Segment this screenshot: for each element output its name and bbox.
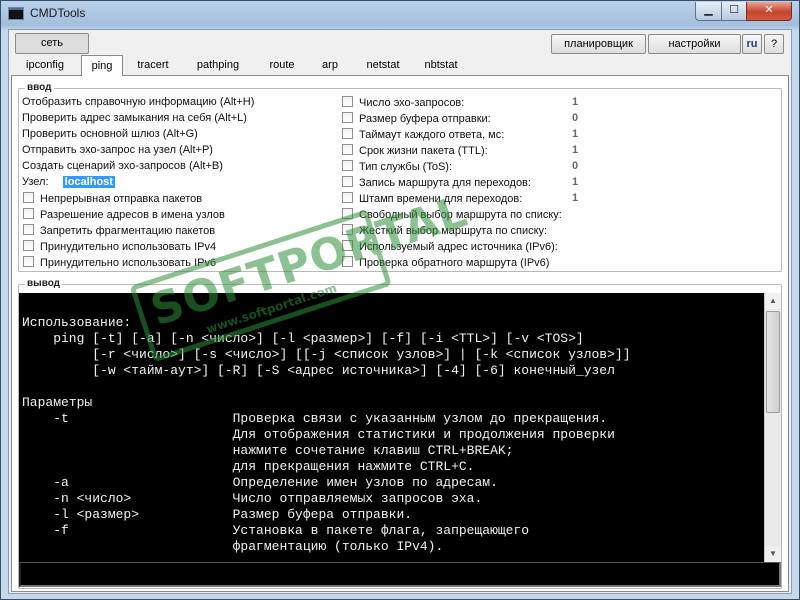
title-bar[interactable]: CMDTools ▁ ☐ ✕	[1, 1, 799, 27]
param-loose-route[interactable]: Свободный выбор маршрута по списку:	[342, 208, 562, 221]
console-line: фрагментацию (только IPv4).	[22, 539, 444, 554]
app-window: CMDTools ▁ ☐ ✕ сеть планировщик настройк…	[0, 0, 800, 600]
check-ipv6[interactable]: Принудительно использовать IPv6	[23, 256, 216, 269]
action-create-script-link[interactable]: Создать сценарий эхо-запросов (Alt+B)	[22, 160, 223, 172]
checkbox[interactable]	[23, 256, 34, 267]
tab-arp[interactable]: arp	[317, 57, 343, 75]
checkbox[interactable]	[342, 144, 353, 155]
help-button[interactable]: ?	[764, 34, 784, 54]
console-line: -n <число> Число отправляемых запросов э…	[22, 491, 483, 506]
console-line: ping [-t] [-a] [-n <число>] [-l <размер>…	[22, 331, 584, 346]
checkbox[interactable]	[342, 256, 353, 267]
param-tos[interactable]: Тип службы (ToS):	[342, 160, 452, 173]
scroll-up-icon[interactable]: ▲	[765, 293, 781, 309]
console-app-icon	[8, 7, 24, 20]
client-area: сеть планировщик настройки ru ? ipconfig…	[8, 29, 792, 594]
console-text: Использование: ping [-t] [-a] [-n <число…	[22, 299, 766, 561]
minimize-button[interactable]: ▁	[695, 2, 722, 21]
console-line: Использование:	[22, 315, 132, 330]
console-scrollbar[interactable]: ▲ ▼	[764, 293, 781, 562]
param-echo-count[interactable]: Число эхо-запросов:	[342, 96, 464, 109]
output-group: вывод Использование: ping [-t] [-a] [-n …	[18, 278, 782, 589]
console-line: для прекращения нажмите CTRL+C.	[22, 459, 475, 474]
param-ttl-value[interactable]: 1	[572, 144, 578, 156]
tab-nbtstat[interactable]: nbtstat	[417, 57, 465, 75]
checkbox[interactable]	[342, 240, 353, 251]
maximize-button[interactable]: ☐	[721, 2, 747, 21]
checkbox[interactable]	[342, 192, 353, 203]
checkbox[interactable]	[342, 112, 353, 123]
param-reverse-route[interactable]: Проверка обратного маршрута (IPv6)	[342, 256, 549, 269]
param-echo-count-value[interactable]: 1	[572, 96, 578, 108]
checkbox[interactable]	[342, 208, 353, 219]
check-continuous[interactable]: Непрерывная отправка пакетов	[23, 192, 202, 205]
checkbox[interactable]	[23, 192, 34, 203]
param-timeout[interactable]: Таймаут каждого ответа, мс:	[342, 128, 504, 141]
param-record-route[interactable]: Запись маршрута для переходов:	[342, 176, 531, 189]
tab-pathping[interactable]: pathping	[189, 57, 247, 75]
tab-route[interactable]: route	[265, 57, 299, 75]
check-ipv4[interactable]: Принудительно использовать IPv4	[23, 240, 216, 253]
console-output[interactable]: Использование: ping [-t] [-a] [-n <число…	[19, 293, 781, 587]
param-buffer-size-value[interactable]: 0	[572, 112, 578, 124]
action-loopback-link[interactable]: Проверить адрес замыкания на себя (Alt+L…	[22, 112, 247, 124]
console-line: -t Проверка связи с указанным узлом до п…	[22, 411, 608, 426]
console-line: -f Установка в пакете флага, запрещающег…	[22, 523, 530, 538]
checkbox[interactable]	[342, 224, 353, 235]
input-group: ввод Отобразить справочную информацию (A…	[18, 82, 782, 272]
scroll-thumb[interactable]	[766, 311, 780, 413]
check-resolve[interactable]: Разрешение адресов в имена узлов	[23, 208, 225, 221]
param-strict-route[interactable]: Жесткий выбор маршрута по списку:	[342, 224, 547, 237]
checkbox[interactable]	[342, 176, 353, 187]
param-record-route-value[interactable]: 1	[572, 176, 578, 188]
checkbox[interactable]	[342, 160, 353, 171]
checkbox[interactable]	[342, 96, 353, 107]
scroll-down-icon[interactable]: ▼	[765, 546, 781, 562]
param-timestamp-value[interactable]: 1	[572, 192, 578, 204]
check-no-fragment[interactable]: Запретить фрагментацию пакетов	[23, 224, 215, 237]
input-group-title: ввод	[25, 82, 54, 93]
console-line: нажмите сочетание клавиш CTRL+BREAK;	[22, 443, 514, 458]
net-button[interactable]: сеть	[15, 33, 89, 54]
console-line: Параметры	[22, 395, 93, 410]
console-line: Для отображения статистики и продолжения…	[22, 427, 615, 442]
window-title: CMDTools	[30, 6, 86, 20]
console-line: -a Определение имен узлов по адресам.	[22, 475, 498, 490]
param-source-address[interactable]: Используемый адрес источника (IPv6):	[342, 240, 558, 253]
action-gateway-link[interactable]: Проверить основной шлюз (Alt+G)	[22, 128, 198, 140]
output-group-title: вывод	[25, 278, 63, 289]
checkbox[interactable]	[23, 240, 34, 251]
close-button[interactable]: ✕	[746, 2, 792, 21]
settings-button[interactable]: настройки	[648, 34, 741, 54]
console-line: [-r <число>] [-s <число>] [[-j <список у…	[22, 347, 631, 362]
param-buffer-size[interactable]: Размер буфера отправки:	[342, 112, 491, 125]
tab-strip: ipconfig ping tracert pathping route arp…	[17, 55, 787, 76]
tab-ipconfig[interactable]: ipconfig	[17, 57, 73, 75]
param-tos-value[interactable]: 0	[572, 160, 578, 172]
console-line: [-w <тайм-аут>] [-R] [-S <адрес источник…	[22, 363, 615, 378]
host-input[interactable]: localhost	[62, 176, 115, 188]
checkbox[interactable]	[23, 208, 34, 219]
tab-netstat[interactable]: netstat	[360, 57, 406, 75]
command-input[interactable]	[19, 562, 781, 587]
param-timestamp[interactable]: Штамп времени для переходов:	[342, 192, 522, 205]
host-label: Узел:	[22, 176, 49, 188]
param-timeout-value[interactable]: 1	[572, 128, 578, 140]
host-row: Узел: localhost	[22, 176, 115, 188]
tab-ping[interactable]: ping	[81, 55, 123, 76]
action-ping-host-link[interactable]: Отправить эхо-запрос на узел (Alt+P)	[22, 144, 213, 156]
action-help-link[interactable]: Отобразить справочную информацию (Alt+H)	[22, 96, 254, 108]
console-line: -l <размер> Размер буфера отправки.	[22, 507, 413, 522]
checkbox[interactable]	[342, 128, 353, 139]
ping-panel: ввод Отобразить справочную информацию (A…	[11, 75, 789, 592]
tab-tracert[interactable]: tracert	[131, 57, 175, 75]
param-ttl[interactable]: Срок жизни пакета (TTL):	[342, 144, 488, 157]
scheduler-button[interactable]: планировщик	[551, 34, 646, 54]
language-button[interactable]: ru	[742, 34, 762, 54]
checkbox[interactable]	[23, 224, 34, 235]
